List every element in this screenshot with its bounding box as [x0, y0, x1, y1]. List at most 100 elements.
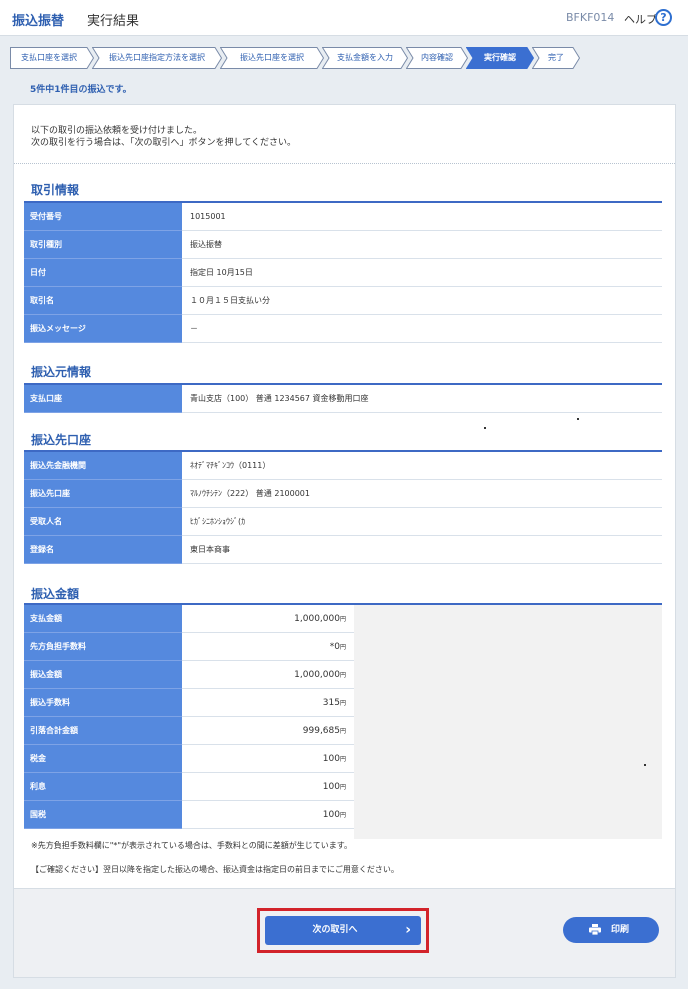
row-label: 振込先金融機関 [24, 452, 182, 480]
stray-dot [644, 764, 646, 766]
row-value: 100円 [182, 745, 354, 773]
step-label: 実行確認 [484, 53, 516, 62]
step-label: 内容確認 [421, 53, 453, 62]
yen-unit: 円 [339, 812, 346, 819]
table-row: 受付番号 1015001 [24, 203, 662, 231]
row-value: － [190, 324, 198, 333]
row-label: 取引種別 [24, 231, 182, 259]
row-value: 315円 [182, 689, 354, 717]
row-label: 支払口座 [24, 385, 182, 413]
section-heading-transaction: 取引情報 [31, 183, 80, 197]
amount-number: 100 [322, 754, 340, 764]
confirm-note: 【ご確認ください】翌日以降を指定した振込の場合、振込資金は指定日の前日までにご用… [31, 865, 399, 874]
row-label: 登録名 [24, 536, 182, 564]
row-label: 利息 [24, 773, 182, 801]
table-row: 引落合計金額 999,685円 [24, 717, 662, 745]
printer-icon [589, 924, 601, 935]
step-label: 振込先口座指定方法を選択 [109, 53, 205, 62]
amount-number: 100 [322, 782, 340, 792]
table-row: 国税 100円 [24, 801, 662, 829]
row-label: 引落合計金額 [24, 717, 182, 745]
row-value: １０月１５日支払い分 [190, 296, 270, 305]
intro-line: 以下の取引の振込依頼を受け付けました。 [31, 126, 203, 136]
table-row: 振込手数料 315円 [24, 689, 662, 717]
chevron-right-icon: › [405, 922, 411, 938]
stray-dot [484, 427, 486, 429]
fee-note: ※先方負担手数料欄に"*"が表示されている場合は、手数料との間に差額が生じていま… [31, 841, 352, 850]
row-label: 振込手数料 [24, 689, 182, 717]
result-panel: 以下の取引の振込依頼を受け付けました。 次の取引を行う場合は、「次の取引へ」ボタ… [13, 104, 676, 978]
amount-number: *0 [329, 642, 340, 652]
step-label: 完了 [548, 53, 564, 62]
table-row: 日付 指定日 10月15日 [24, 259, 662, 287]
button-area: 次の取引へ › 印刷 [14, 888, 675, 977]
yen-unit: 円 [339, 672, 346, 679]
table-row: 受取人名 ﾋｶﾞｼﾆﾎﾝｼｮｳｼﾞ(ｶ [24, 508, 662, 536]
row-value: 青山支店（100） 普通 1234567 資金移動用口座 [190, 394, 369, 403]
row-label: 振込メッセージ [24, 315, 182, 343]
row-label: 先方負担手数料 [24, 633, 182, 661]
table-row: 登録名 東日本商事 [24, 536, 662, 564]
row-value: 100円 [182, 801, 354, 829]
amount-number: 100 [322, 810, 340, 820]
step-label: 支払金額を入力 [337, 53, 393, 62]
step-indicator: 支払口座を選択 振込先口座指定方法を選択 振込先口座を選択 支払金額を入力 内容… [10, 47, 580, 69]
yen-unit: 円 [339, 784, 346, 791]
yen-unit: 円 [339, 756, 346, 763]
help-link[interactable]: ヘルプ [624, 11, 657, 27]
table-row: 税金 100円 [24, 745, 662, 773]
row-value: ﾈｵﾃﾞﾏﾁｷﾞﾝｺｳ（0111） [190, 461, 271, 470]
row-value: 1015001 [190, 212, 226, 221]
row-label: 日付 [24, 259, 182, 287]
next-button-label: 次の取引へ [312, 925, 358, 935]
step-complete: 完了 [532, 47, 580, 69]
row-value: 1,000,000円 [182, 605, 354, 633]
step-label: 支払口座を選択 [21, 53, 77, 62]
section-heading-destination: 振込先口座 [31, 433, 92, 447]
intro-line: 次の取引を行う場合は、「次の取引へ」ボタンを押してください。 [31, 138, 296, 148]
progress-message: 5件中1件目の振込です。 [30, 85, 132, 95]
yen-unit: 円 [339, 728, 346, 735]
print-button[interactable]: 印刷 [563, 917, 659, 943]
amount-number: 1,000,000 [294, 670, 340, 680]
table-row: 利息 100円 [24, 773, 662, 801]
next-transaction-button[interactable]: 次の取引へ › [265, 916, 421, 945]
table-row: 支払金額 1,000,000円 [24, 605, 662, 633]
app-header: 振込振替 実行結果 BFKF014 ヘルプ ? [0, 0, 688, 36]
section-heading-amounts: 振込金額 [31, 587, 80, 601]
row-value: ﾏﾙﾉｳﾁｼﾃﾝ（222） 普通 2100001 [190, 489, 310, 498]
help-icon[interactable]: ? [655, 9, 672, 26]
row-value: 999,685円 [182, 717, 354, 745]
step-enter-amount: 支払金額を入力 [322, 47, 408, 69]
table-row: 取引名 １０月１５日支払い分 [24, 287, 662, 315]
amount-number: 1,000,000 [294, 614, 340, 624]
step-select-method: 振込先口座指定方法を選択 [92, 47, 222, 69]
table-row: 取引種別 振込振替 [24, 231, 662, 259]
row-label: 取引名 [24, 287, 182, 315]
row-label: 受付番号 [24, 203, 182, 231]
table-row: 振込先口座 ﾏﾙﾉｳﾁｼﾃﾝ（222） 普通 2100001 [24, 480, 662, 508]
section-heading-source: 振込元情報 [31, 365, 92, 379]
row-value: 振込振替 [190, 240, 222, 249]
row-value: 東日本商事 [190, 545, 230, 554]
yen-unit: 円 [339, 616, 346, 623]
row-value: 100円 [182, 773, 354, 801]
row-label: 支払金額 [24, 605, 182, 633]
row-label: 受取人名 [24, 508, 182, 536]
table-row: 振込先金融機関 ﾈｵﾃﾞﾏﾁｷﾞﾝｺｳ（0111） [24, 452, 662, 480]
table-row: 振込金額 1,000,000円 [24, 661, 662, 689]
row-label: 振込先口座 [24, 480, 182, 508]
row-label: 振込金額 [24, 661, 182, 689]
page-subtitle: 実行結果 [87, 14, 140, 29]
yen-unit: 円 [339, 644, 346, 651]
amount-number: 999,685 [302, 726, 340, 736]
step-select-account: 支払口座を選択 [10, 47, 94, 69]
row-value: 指定日 10月15日 [190, 268, 253, 277]
print-button-label: 印刷 [611, 925, 630, 935]
page-title: 振込振替 [12, 14, 65, 29]
intro-message: 以下の取引の振込依頼を受け付けました。 次の取引を行う場合は、「次の取引へ」ボタ… [31, 125, 296, 149]
screen-code: BFKF014 [566, 11, 615, 24]
step-confirm: 内容確認 [406, 47, 468, 69]
table-row: 支払口座 青山支店（100） 普通 1234567 資金移動用口座 [24, 385, 662, 413]
stray-dot [577, 418, 579, 420]
